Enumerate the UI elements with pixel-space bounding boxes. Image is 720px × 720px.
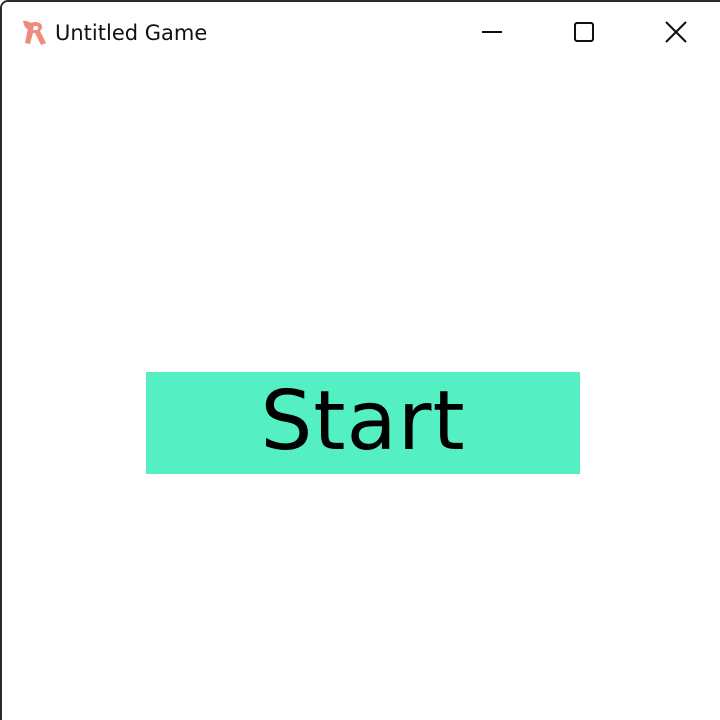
maximize-icon — [574, 22, 594, 42]
game-window: Untitled Game Start — [0, 0, 720, 720]
window-title: Untitled Game — [55, 21, 208, 45]
title-bar[interactable]: Untitled Game — [2, 2, 720, 64]
app-logo-icon — [19, 17, 51, 49]
start-button-label: Start — [260, 374, 466, 469]
start-button[interactable]: Start — [146, 372, 580, 474]
close-icon — [665, 21, 687, 43]
minimize-icon — [482, 22, 502, 42]
close-button[interactable] — [630, 2, 720, 62]
game-canvas: Start — [2, 64, 720, 720]
maximize-button[interactable] — [538, 2, 630, 62]
minimize-button[interactable] — [446, 2, 538, 62]
